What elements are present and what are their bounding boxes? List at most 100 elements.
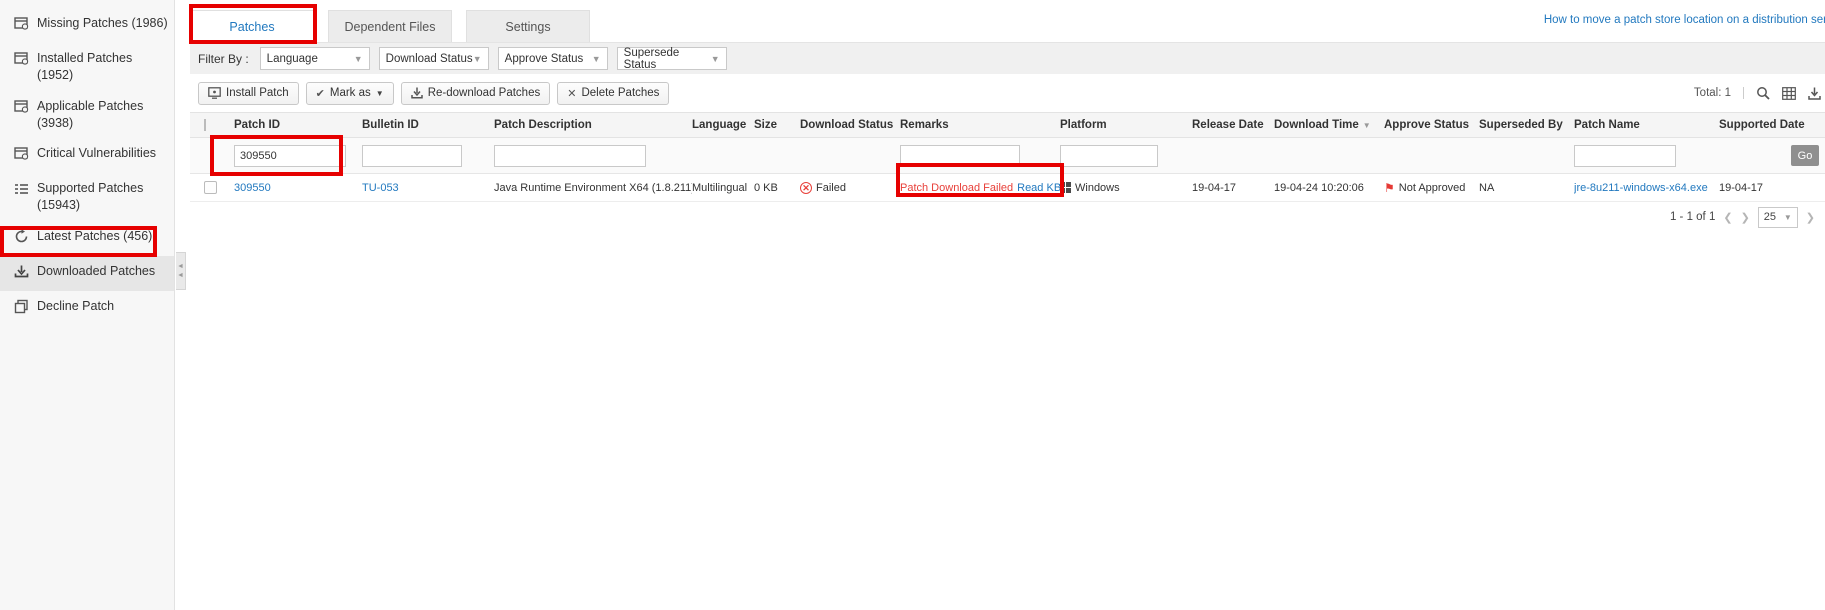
col-remarks[interactable]: Remarks xyxy=(900,119,1060,131)
select-all-checkbox[interactable] xyxy=(204,119,206,131)
col-supported-date[interactable]: Supported Date xyxy=(1719,119,1825,131)
sidebar-item-label: Applicable Patches (3938) xyxy=(37,98,144,130)
pagination-range-label: 1 - 1 of 1 xyxy=(1669,211,1716,223)
sidebar-item-label: Missing Patches (1986) xyxy=(37,16,168,30)
help-link[interactable]: How to move a patch store location on a … xyxy=(1544,14,1825,26)
next-page-icon[interactable]: ❯ xyxy=(1741,211,1750,224)
window-applicable-icon xyxy=(14,98,29,119)
sidebar-item-downloaded-patches[interactable]: Downloaded Patches xyxy=(0,255,174,291)
windows-icon xyxy=(1060,182,1071,193)
tab-bar: Patches Dependent Files Settings How to … xyxy=(190,0,1825,42)
mark-as-button[interactable]: ✔ Mark as ▼ xyxy=(305,81,394,105)
remarks-cell: Patch Download Failed Read KB xyxy=(900,182,1060,194)
col-language[interactable]: Language xyxy=(692,119,754,131)
redownload-icon xyxy=(410,87,423,99)
tab-patches[interactable]: Patches xyxy=(190,10,314,42)
chevron-down-icon: ▼ xyxy=(591,53,601,64)
patch-id-link[interactable]: 309550 xyxy=(234,182,271,194)
delete-patches-button[interactable]: ✕ Delete Patches xyxy=(557,81,670,105)
col-size[interactable]: Size xyxy=(754,119,800,131)
col-superseded-by[interactable]: Superseded By xyxy=(1479,119,1574,131)
export-icon[interactable] xyxy=(1808,87,1821,100)
tab-settings[interactable]: Settings xyxy=(466,10,590,42)
filter-bar: Filter By : Language ▼ Download Status ▼… xyxy=(190,42,1825,74)
failed-status-icon: ✕ xyxy=(800,181,812,194)
sidebar-item-applicable-patches[interactable]: Applicable Patches (3938) xyxy=(0,91,174,139)
tab-dependent-files[interactable]: Dependent Files xyxy=(328,10,452,42)
decline-icon xyxy=(14,298,29,319)
sidebar-collapse-handle[interactable]: ◄ ◄ xyxy=(176,252,186,290)
supported-date-cell: 19-04-17 xyxy=(1719,181,1764,194)
release-date-cell: 19-04-17 xyxy=(1192,181,1237,194)
install-patch-button[interactable]: Install Patch xyxy=(198,81,299,105)
table-row[interactable]: 309550 TU-053 Java Runtime Environment X… xyxy=(190,174,1825,202)
bulletin-id-filter-input[interactable] xyxy=(362,144,462,167)
col-bulletin-id[interactable]: Bulletin ID xyxy=(362,119,494,131)
redownload-patches-button[interactable]: Re-download Patches xyxy=(400,81,551,105)
superseded-by-cell: NA xyxy=(1479,181,1495,194)
collapse-arrow-icon: ◄ xyxy=(177,272,184,279)
chevron-down-icon: ▼ xyxy=(472,53,482,64)
sidebar-item-latest-patches[interactable]: Latest Patches (456) xyxy=(0,221,174,256)
col-platform[interactable]: Platform xyxy=(1060,119,1192,131)
col-patch-description[interactable]: Patch Description xyxy=(494,119,692,131)
bulletin-id-link[interactable]: TU-053 xyxy=(362,182,399,194)
chevron-down-icon: ▼ xyxy=(710,53,720,64)
sidebar-item-label: Decline Patch xyxy=(37,298,115,313)
patch-description-cell: Java Runtime Environment X64 (1.8.211) xyxy=(494,181,692,194)
read-kb-link[interactable]: Read KB xyxy=(1017,182,1060,194)
prev-page-icon[interactable]: ❮ xyxy=(1723,211,1732,224)
caret-down-icon: ▼ xyxy=(375,88,384,98)
col-download-status[interactable]: Download Status xyxy=(800,119,900,131)
pagination-bar: 1 - 1 of 1 ❮ ❯ 25 ▼ ❯ xyxy=(190,202,1825,232)
sidebar-item-label: Latest Patches (456) xyxy=(37,229,153,243)
sidebar-item-decline-patch[interactable]: Decline Patch xyxy=(0,291,174,326)
patch-description-filter-input[interactable] xyxy=(494,144,646,167)
sidebar-item-installed-patches[interactable]: Installed Patches (1952) xyxy=(0,43,174,91)
sidebar-item-missing-patches[interactable]: Missing Patches (1986) xyxy=(0,8,174,43)
col-release-date[interactable]: Release Date xyxy=(1192,119,1274,131)
filter-by-label: Filter By : xyxy=(198,51,249,66)
sidebar: Missing Patches (1986) Installed Patches… xyxy=(0,0,175,610)
col-patch-id[interactable]: Patch ID xyxy=(234,119,362,131)
sidebar-item-label: Downloaded Patches xyxy=(37,263,156,278)
window-installed-icon xyxy=(14,50,29,71)
approve-status-filter-dropdown[interactable]: Approve Status ▼ xyxy=(497,47,608,70)
platform-cell: Windows xyxy=(1060,182,1192,194)
language-cell: Multilingual xyxy=(692,181,748,194)
go-button[interactable]: Go xyxy=(1791,145,1819,166)
col-download-time[interactable]: Download Time ▼ xyxy=(1274,119,1384,131)
row-checkbox[interactable] xyxy=(204,181,217,194)
pager-more-icon[interactable]: ❯ xyxy=(1806,211,1815,224)
remarks-filter-input[interactable] xyxy=(900,144,1020,167)
chevron-down-icon: ▼ xyxy=(353,53,363,64)
col-patch-name[interactable]: Patch Name xyxy=(1574,119,1719,131)
download-status-filter-dropdown[interactable]: Download Status ▼ xyxy=(378,47,489,70)
sidebar-item-critical-vulnerabilities[interactable]: Critical Vulnerabilities xyxy=(0,138,174,173)
list-icon xyxy=(14,180,29,201)
remarks-error-text: Patch Download Failed xyxy=(900,181,1014,194)
toolbar-right: Total: 1 xyxy=(1694,74,1821,112)
platform-filter-input[interactable] xyxy=(1060,144,1158,167)
sidebar-item-supported-patches[interactable]: Supported Patches (15943) xyxy=(0,173,174,221)
refresh-icon xyxy=(14,228,29,249)
language-filter-dropdown[interactable]: Language ▼ xyxy=(259,47,370,70)
col-approve-status[interactable]: Approve Status xyxy=(1384,119,1479,131)
column-filter-row: Go xyxy=(190,138,1825,174)
patch-id-filter-input[interactable] xyxy=(234,144,346,167)
window-critical-icon xyxy=(14,145,29,166)
column-grid-icon[interactable] xyxy=(1782,86,1796,100)
patch-name-link[interactable]: jre-8u211-windows-x64.exe xyxy=(1574,182,1708,194)
window-alert-icon xyxy=(14,15,29,36)
install-icon xyxy=(208,87,221,99)
sidebar-item-label: Critical Vulnerabilities xyxy=(37,146,157,161)
delete-x-icon: ✕ xyxy=(567,87,577,100)
download-status-cell: ✕ Failed xyxy=(800,181,900,194)
download-icon xyxy=(14,263,29,284)
page-size-dropdown[interactable]: 25 ▼ xyxy=(1757,206,1798,228)
supersede-status-filter-dropdown[interactable]: Supersede Status ▼ xyxy=(616,47,727,71)
patch-name-filter-input[interactable] xyxy=(1574,144,1676,167)
collapse-arrow-icon: ◄ xyxy=(177,263,184,270)
search-icon[interactable] xyxy=(1756,86,1770,100)
check-icon: ✔ xyxy=(315,87,325,100)
